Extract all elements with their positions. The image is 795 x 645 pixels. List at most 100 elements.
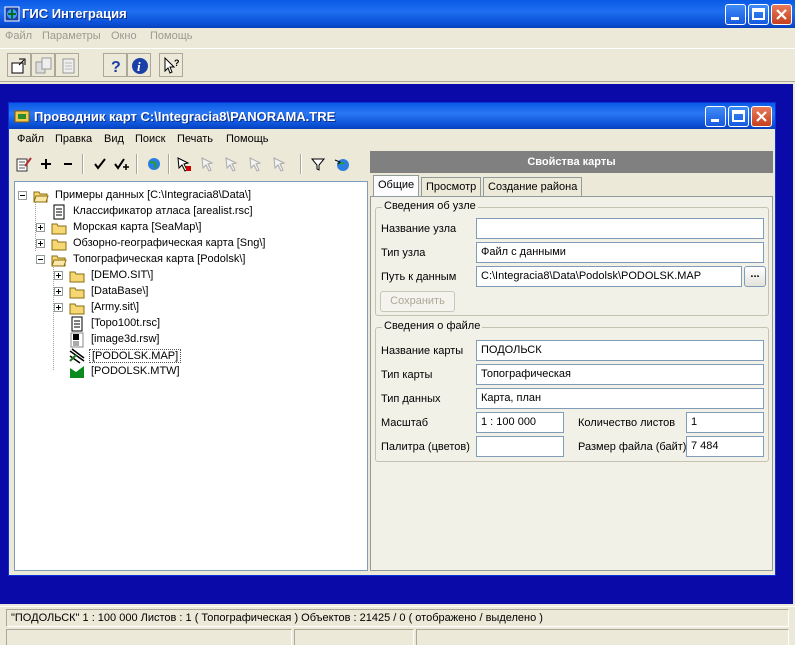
collapse-toggle[interactable]	[36, 255, 45, 264]
paste-button[interactable]	[55, 53, 79, 77]
menu-edit[interactable]: Правка	[55, 133, 92, 145]
remove-button[interactable]	[58, 154, 78, 174]
browse-path-button[interactable]: ...	[744, 266, 766, 287]
check-add-button[interactable]	[112, 154, 132, 174]
pointer-question-icon: ?	[164, 57, 180, 74]
map-properties-panel: Свойства карты Общие Просмотр Создание р…	[370, 151, 773, 571]
toolbar-separator	[82, 154, 84, 174]
menu-search[interactable]: Поиск	[135, 133, 165, 145]
globe-app-icon	[4, 6, 20, 22]
window-close-button[interactable]	[751, 106, 772, 127]
scale-field[interactable]: 1 : 100 000	[476, 412, 564, 433]
checkmark-icon	[94, 158, 106, 170]
data-type-field[interactable]: Карта, план	[476, 388, 764, 409]
pointer-disabled-icon	[225, 157, 238, 172]
sheet-count-field[interactable]: 1	[686, 412, 764, 433]
expand-toggle[interactable]	[54, 287, 63, 296]
tree-label: [PODOLSK.MTW]	[91, 365, 180, 377]
folder-icon	[69, 271, 85, 283]
tree-label: [Army.sit\]	[91, 301, 140, 313]
palette-label: Палитра (цветов)	[381, 441, 470, 453]
menu-help[interactable]: Помощь	[226, 133, 269, 145]
minus-icon	[64, 163, 72, 165]
filter-funnel-icon	[310, 158, 326, 171]
node-name-field[interactable]	[476, 218, 764, 239]
tab-general[interactable]: Общие	[373, 175, 420, 197]
menu-print[interactable]: Печать	[177, 133, 213, 145]
app-title-bar[interactable]: ГИС Интеграция	[0, 0, 795, 28]
minimize-button[interactable]	[725, 4, 746, 25]
map-type-field[interactable]: Топографическая	[476, 364, 764, 385]
pointer-disabled-button-3[interactable]	[246, 154, 266, 174]
menu-view[interactable]: Вид	[104, 133, 124, 145]
open-folder-icon	[51, 255, 67, 267]
tree-label: Морская карта [SeaMap\]	[73, 221, 202, 233]
close-icon	[776, 9, 787, 20]
expand-toggle[interactable]	[36, 223, 45, 232]
menu-file[interactable]: Файл	[17, 133, 44, 145]
map-name-label: Название карты	[381, 345, 464, 357]
expand-toggle[interactable]	[36, 239, 45, 248]
file-info-group: Сведения о файле Название карты ПОДОЛЬСК…	[375, 320, 769, 462]
map-tree-view[interactable]: Примеры данных [C:\Integracia8\Data\] Кл…	[14, 181, 368, 571]
node-name-label: Название узла	[381, 223, 457, 235]
pointer-disabled-button-2[interactable]	[222, 154, 242, 174]
vector-map-icon	[69, 348, 85, 364]
tree-label: [DEMO.SIT\]	[91, 269, 154, 281]
data-type-label: Тип данных	[381, 393, 441, 405]
app-toolbar: ? i ?	[0, 48, 795, 82]
app-menu-help[interactable]: Помощь	[150, 30, 193, 42]
toolbar-separator	[168, 154, 170, 174]
select-object-button[interactable]	[174, 154, 194, 174]
context-help-button[interactable]: ?	[159, 53, 183, 77]
help-button[interactable]: ?	[103, 53, 127, 77]
app-menu-parameters[interactable]: Параметры	[42, 30, 101, 42]
app-menu-window[interactable]: Окно	[111, 30, 137, 42]
status-bar: "ПОДОЛЬСК" 1 : 100 000 Листов : 1 ( Топо…	[0, 606, 795, 645]
filter-button[interactable]	[308, 154, 328, 174]
app-title: ГИС Интеграция	[22, 6, 127, 21]
collapse-toggle[interactable]	[18, 191, 27, 200]
close-button[interactable]	[771, 4, 792, 25]
document-icon	[53, 204, 65, 220]
tab-create-area[interactable]: Создание района	[483, 177, 583, 197]
status-cell-2	[294, 629, 414, 645]
node-type-field[interactable]: Файл с данными	[476, 242, 764, 263]
pointer-disabled-button-4[interactable]	[270, 154, 290, 174]
file-size-field[interactable]: 7 484	[686, 436, 764, 457]
save-button[interactable]: Сохранить	[380, 291, 455, 312]
expand-toggle[interactable]	[54, 271, 63, 280]
app-menu-file[interactable]: Файл	[5, 30, 32, 42]
status-cell-3	[416, 629, 789, 645]
expand-toggle[interactable]	[54, 303, 63, 312]
copy-button[interactable]	[31, 53, 55, 77]
open-map-button[interactable]	[7, 53, 31, 77]
tree-label: [image3d.rsw]	[91, 333, 160, 345]
maximize-button[interactable]	[748, 4, 769, 25]
tab-view[interactable]: Просмотр	[421, 177, 482, 197]
status-map-info: "ПОДОЛЬСК" 1 : 100 000 Листов : 1 ( Топо…	[6, 609, 789, 627]
map-explorer-title-bar[interactable]: Проводник карт C:\Integracia8\PANORAMA.T…	[9, 103, 775, 129]
svg-text:?: ?	[111, 59, 121, 75]
map-name-field[interactable]: ПОДОЛЬСК	[476, 340, 764, 361]
pointer-disabled-icon	[273, 157, 286, 172]
palette-field[interactable]	[476, 436, 564, 457]
window-maximize-button[interactable]	[728, 106, 749, 127]
plus-icon	[41, 159, 51, 169]
globe-button[interactable]	[144, 154, 164, 174]
info-button[interactable]: i	[127, 53, 151, 77]
add-button[interactable]	[36, 154, 56, 174]
window-minimize-button[interactable]	[705, 106, 726, 127]
scale-label: Масштаб	[381, 417, 429, 429]
app-menu-bar: Файл Параметры Окно Помощь	[0, 28, 795, 46]
map-explorer-menu-bar: Файл Правка Вид Поиск Печать Помощь	[9, 129, 775, 149]
info-icon: i	[132, 58, 148, 74]
minimize-icon	[711, 119, 719, 122]
check-button[interactable]	[90, 154, 110, 174]
edit-list-button[interactable]	[14, 154, 34, 174]
node-type-label: Тип узла	[381, 247, 426, 259]
svg-text:?: ?	[174, 58, 180, 68]
data-path-field[interactable]: C:\Integracia8\Data\Podolsk\PODOLSK.MAP	[476, 266, 742, 287]
globe-arrow-button[interactable]	[332, 154, 352, 174]
pointer-disabled-button-1[interactable]	[198, 154, 218, 174]
